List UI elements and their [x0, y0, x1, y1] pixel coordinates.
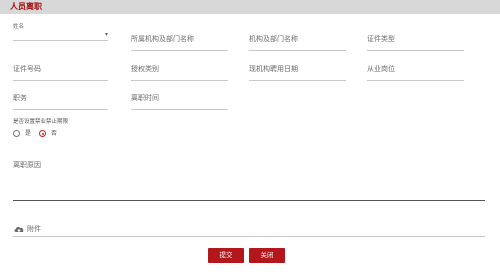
- job-title-field[interactable]: 职务: [13, 92, 108, 110]
- leave-reason-label: 离职原因: [13, 161, 41, 169]
- job-title-label: 职务: [13, 94, 27, 102]
- submit-button[interactable]: 提交: [208, 248, 244, 263]
- radio-yes-label: 是: [25, 130, 32, 137]
- hire-date-label: 现机构聘用日期: [249, 65, 298, 73]
- position-label: 从业岗位: [367, 65, 395, 73]
- id-number-label: 证件号码: [13, 65, 41, 73]
- id-number-field[interactable]: 证件号码: [13, 63, 108, 81]
- org-dept-field[interactable]: 机构及部门名称: [249, 33, 346, 51]
- position-field[interactable]: 从业岗位: [367, 63, 464, 81]
- org-dept-label: 机构及部门名称: [249, 35, 298, 43]
- chevron-down-icon: ▾: [104, 31, 108, 38]
- id-type-field[interactable]: 证件类型: [367, 33, 464, 51]
- leave-date-label: 离职时间: [131, 94, 159, 102]
- id-type-label: 证件类型: [367, 35, 395, 43]
- auth-category-label: 授权类别: [131, 65, 159, 73]
- radio-no[interactable]: [39, 130, 46, 137]
- affiliated-org-dept-field[interactable]: 所属机构及部门名称: [131, 33, 228, 51]
- attachment-divider: [13, 236, 485, 237]
- leave-date-field[interactable]: 离职时间: [131, 92, 228, 110]
- close-button[interactable]: 关闭: [249, 248, 285, 263]
- non-compete-question: 是否设置禁业禁止期限: [13, 119, 69, 125]
- leave-reason-textarea[interactable]: [13, 200, 485, 201]
- cloud-upload-icon: [14, 226, 24, 233]
- name-select[interactable]: 姓名 ▾: [13, 23, 108, 41]
- affiliated-org-dept-label: 所属机构及部门名称: [131, 35, 194, 43]
- radio-yes[interactable]: [13, 130, 20, 137]
- attachment-label: 附件: [27, 225, 41, 233]
- page-title: 人员离职: [10, 2, 42, 11]
- page-header: 人员离职: [0, 0, 500, 14]
- radio-no-label: 否: [51, 130, 58, 137]
- auth-category-field[interactable]: 授权类别: [131, 63, 228, 81]
- hire-date-field[interactable]: 现机构聘用日期: [249, 63, 346, 81]
- name-label: 姓名: [13, 24, 25, 30]
